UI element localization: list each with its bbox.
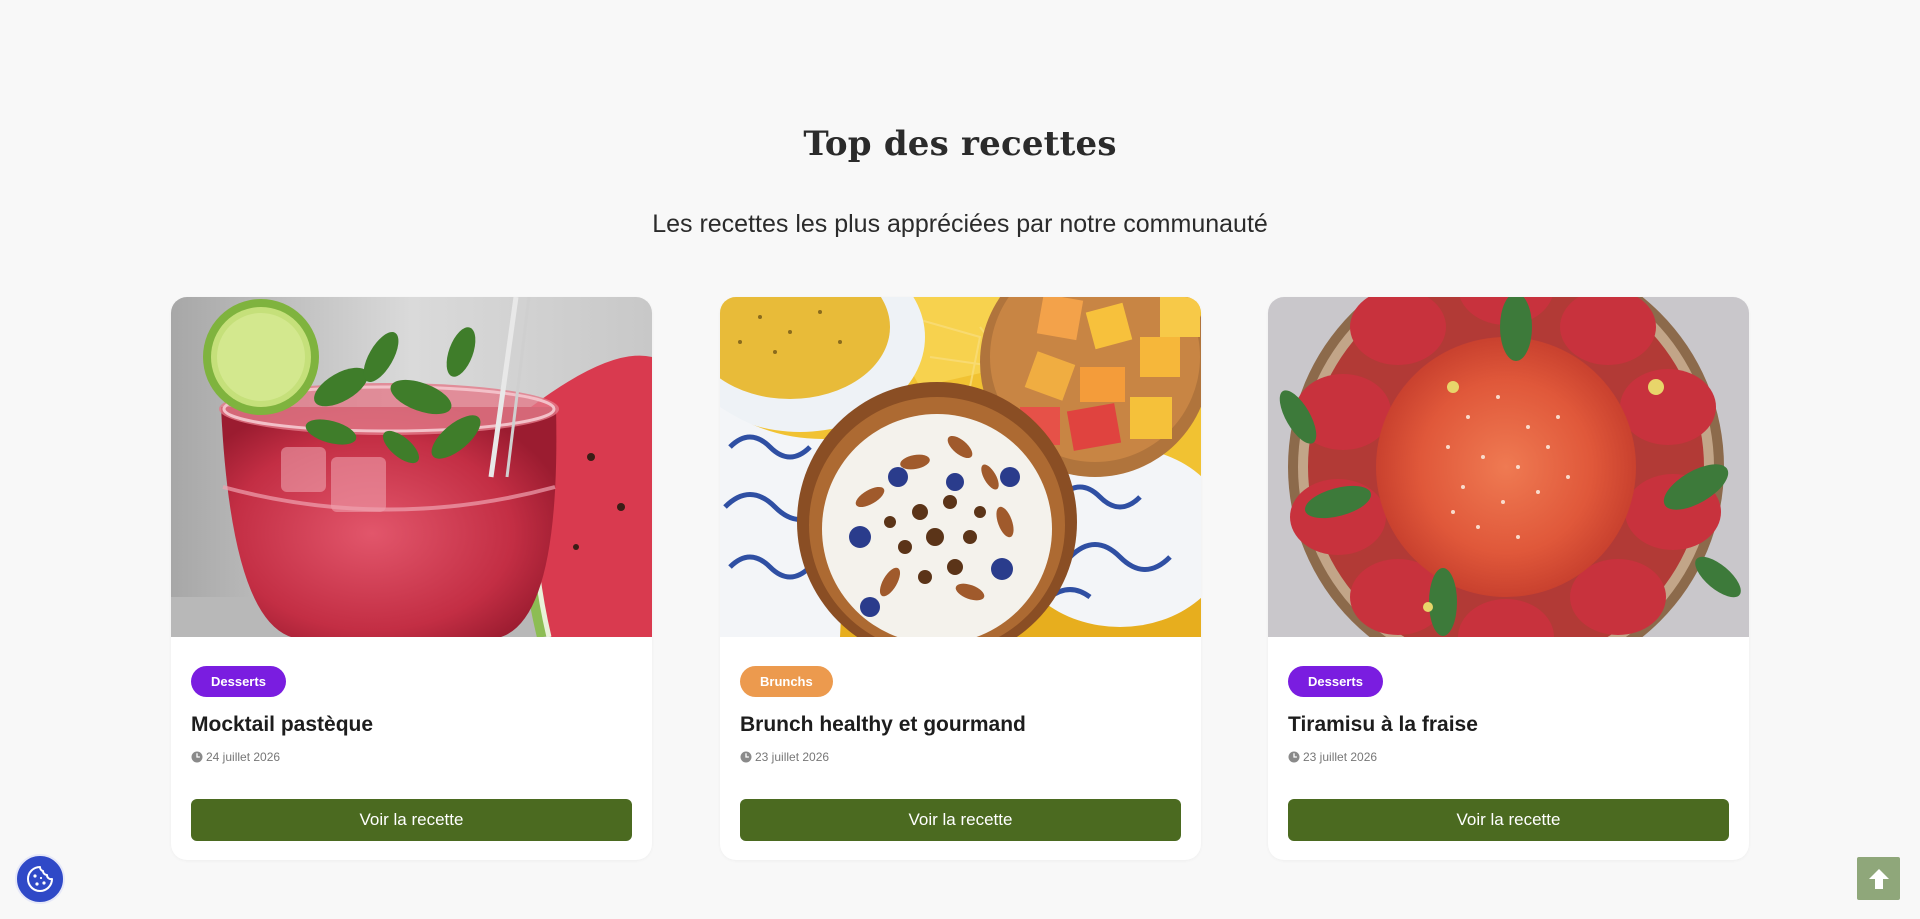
recipe-date: 23 juillet 2026 <box>740 749 829 765</box>
view-recipe-button[interactable]: Voir la recette <box>1288 799 1729 841</box>
cookie-icon <box>25 864 55 894</box>
recipe-card[interactable]: Desserts Tiramisu à la fraise 23 juillet… <box>1268 297 1749 860</box>
recipe-date-text: 23 juillet 2026 <box>755 750 830 764</box>
recipe-date: 23 juillet 2026 <box>1288 749 1377 765</box>
recipe-card[interactable]: Brunchs Brunch healthy et gourmand 23 ju… <box>720 297 1201 860</box>
mocktail-illustration <box>171 297 652 637</box>
view-recipe-button[interactable]: Voir la recette <box>740 799 1181 841</box>
clock-icon <box>1288 751 1300 763</box>
cookie-settings-button[interactable] <box>15 854 65 904</box>
recipe-date-text: 23 juillet 2026 <box>1303 750 1378 764</box>
view-recipe-button[interactable]: Voir la recette <box>191 799 632 841</box>
recipe-title[interactable]: Tiramisu à la fraise <box>1288 713 1478 737</box>
recipe-date: 24 juillet 2026 <box>191 749 280 765</box>
category-badge[interactable]: Desserts <box>191 666 286 697</box>
top-recipes-section: Top des recettes Les recettes les plus a… <box>0 0 1920 919</box>
scroll-to-top-button[interactable] <box>1857 857 1900 900</box>
category-badge[interactable]: Brunchs <box>740 666 833 697</box>
section-subtitle: Les recettes les plus appréciées par not… <box>652 210 1268 238</box>
recipe-image-mocktail[interactable] <box>171 297 652 637</box>
recipe-date-text: 24 juillet 2026 <box>206 750 281 764</box>
clock-icon <box>740 751 752 763</box>
tiramisu-illustration <box>1268 297 1749 637</box>
recipe-title[interactable]: Mocktail pastèque <box>191 713 373 737</box>
recipe-card[interactable]: Desserts Mocktail pastèque 24 juillet 20… <box>171 297 652 860</box>
recipe-card-list: Desserts Mocktail pastèque 24 juillet 20… <box>171 297 1749 860</box>
category-badge[interactable]: Desserts <box>1288 666 1383 697</box>
recipe-image-brunch[interactable] <box>720 297 1201 637</box>
brunch-illustration <box>720 297 1201 637</box>
section-title: Top des recettes <box>803 124 1117 164</box>
clock-icon <box>191 751 203 763</box>
recipe-title[interactable]: Brunch healthy et gourmand <box>740 713 1026 737</box>
recipe-image-tiramisu[interactable] <box>1268 297 1749 637</box>
arrow-up-icon <box>1865 865 1893 893</box>
